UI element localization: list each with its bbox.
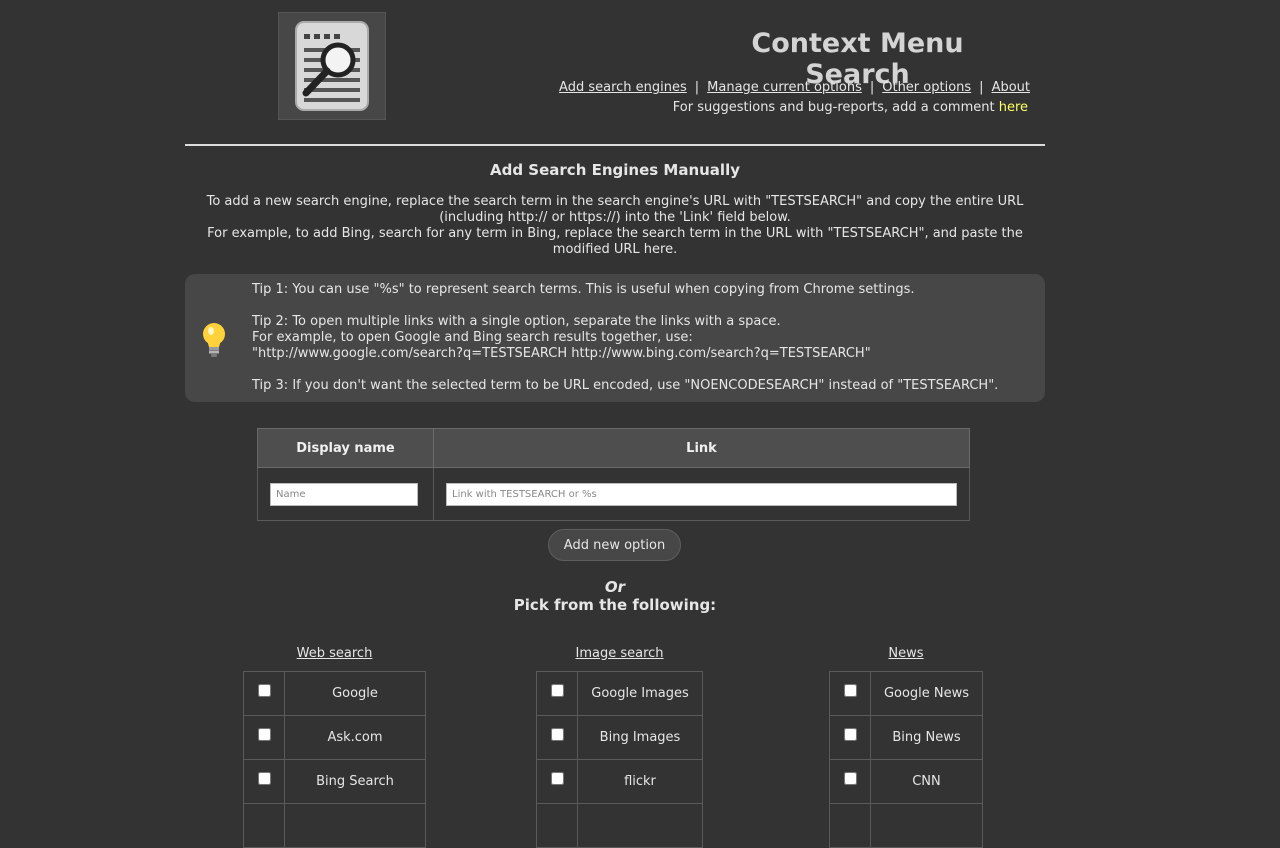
checkbox-bing-search[interactable] [257, 772, 271, 785]
option-label: Bing Images [577, 715, 703, 760]
app-logo [278, 12, 386, 120]
nav-add-search-engines[interactable]: Add search engines [559, 80, 687, 95]
option-label: CNN [870, 759, 983, 804]
list-item: Google News [829, 671, 983, 716]
option-label: Bing Search [284, 759, 426, 804]
instructions: To add a new search engine, replace the … [200, 194, 1030, 258]
category-title-web-search[interactable]: Web search [243, 645, 426, 671]
category-image-search: Image search Google Images Bing Images f… [536, 645, 703, 848]
list-item: Google [243, 671, 426, 716]
news-table: Google News Bing News CNN [829, 671, 983, 848]
document-search-icon [295, 21, 369, 111]
category-news: News Google News Bing News CNN [829, 645, 983, 848]
nav-about[interactable]: About [992, 80, 1030, 95]
nav-separator: | [694, 80, 700, 95]
checkbox-google[interactable] [257, 684, 271, 697]
nav-separator: | [979, 80, 984, 95]
lightbulb-icon [203, 323, 225, 357]
image-search-table: Google Images Bing Images flickr [536, 671, 703, 848]
instructions-line: To add a new search engine, replace the … [206, 194, 1024, 225]
checkbox-bing-news[interactable] [843, 728, 857, 741]
list-item [243, 803, 426, 848]
nav-other-options[interactable]: Other options [882, 80, 971, 95]
feedback-text: For suggestions and bug-reports, add a c… [672, 100, 999, 115]
tip-3: Tip 3: If you don't want the selected te… [252, 378, 999, 393]
option-label: Google Images [577, 671, 703, 716]
checkbox-ask[interactable] [257, 728, 271, 741]
list-item: flickr [536, 759, 703, 804]
feedback-link[interactable]: here [999, 100, 1028, 115]
top-nav: Add search engines | Manage current option… [540, 80, 1030, 95]
nav-separator: | [869, 80, 875, 95]
add-engine-table: Display name Link [257, 428, 970, 521]
option-label: Ask.com [284, 715, 426, 760]
feedback-line: For suggestions and bug-reports, add a c… [540, 100, 1028, 115]
column-header-display-name: Display name [257, 428, 434, 468]
checkbox-flickr[interactable] [550, 772, 564, 785]
list-item [829, 803, 983, 848]
tip-1: Tip 1: You can use "%s" to represent sea… [252, 282, 915, 297]
checkbox-cnn[interactable] [843, 772, 857, 785]
nav-manage-current-options[interactable]: Manage current options [707, 80, 862, 95]
tips-box: Tip 1: You can use "%s" to represent sea… [185, 274, 1045, 402]
section-title: Add Search Engines Manually [490, 161, 740, 179]
category-title-image-search[interactable]: Image search [536, 645, 703, 671]
category-title-news[interactable]: News [829, 645, 983, 671]
list-item: Bing News [829, 715, 983, 760]
pick-title: Pick from the following: [513, 596, 717, 614]
link-input[interactable] [446, 482, 957, 506]
checkbox-bing-images[interactable] [550, 728, 564, 741]
category-web-search: Web search Google Ask.com Bing Search [243, 645, 426, 848]
web-search-table: Google Ask.com Bing Search [243, 671, 426, 848]
instructions-line: For example, to add Bing, search for any… [207, 226, 1023, 257]
tip-2: Tip 2: To open multiple links with a sin… [252, 314, 781, 329]
checkbox-google-images[interactable] [550, 684, 564, 697]
list-item: Google Images [536, 671, 703, 716]
add-new-option-button[interactable]: Add new option [548, 529, 681, 561]
list-item [536, 803, 703, 848]
list-item: Bing Search [243, 759, 426, 804]
tip-2-url: "http://www.google.com/search?q=TESTSEAR… [252, 346, 871, 361]
page: Context Menu Search Add search engines | M… [0, 0, 1280, 848]
option-label: Google [284, 671, 426, 716]
option-label: Google News [870, 671, 983, 716]
checkbox-google-news[interactable] [843, 684, 857, 697]
column-header-link: Link [433, 428, 970, 468]
tip-2-example: For example, to open Google and Bing sea… [252, 330, 693, 345]
header-divider [185, 144, 1045, 146]
option-label: flickr [577, 759, 703, 804]
or-label: Or [604, 578, 626, 596]
list-item: Bing Images [536, 715, 703, 760]
option-label: Bing News [870, 715, 983, 760]
list-item: Ask.com [243, 715, 426, 760]
list-item: CNN [829, 759, 983, 804]
tips-text: Tip 1: You can use "%s" to represent sea… [252, 282, 1032, 394]
name-input[interactable] [270, 482, 418, 506]
